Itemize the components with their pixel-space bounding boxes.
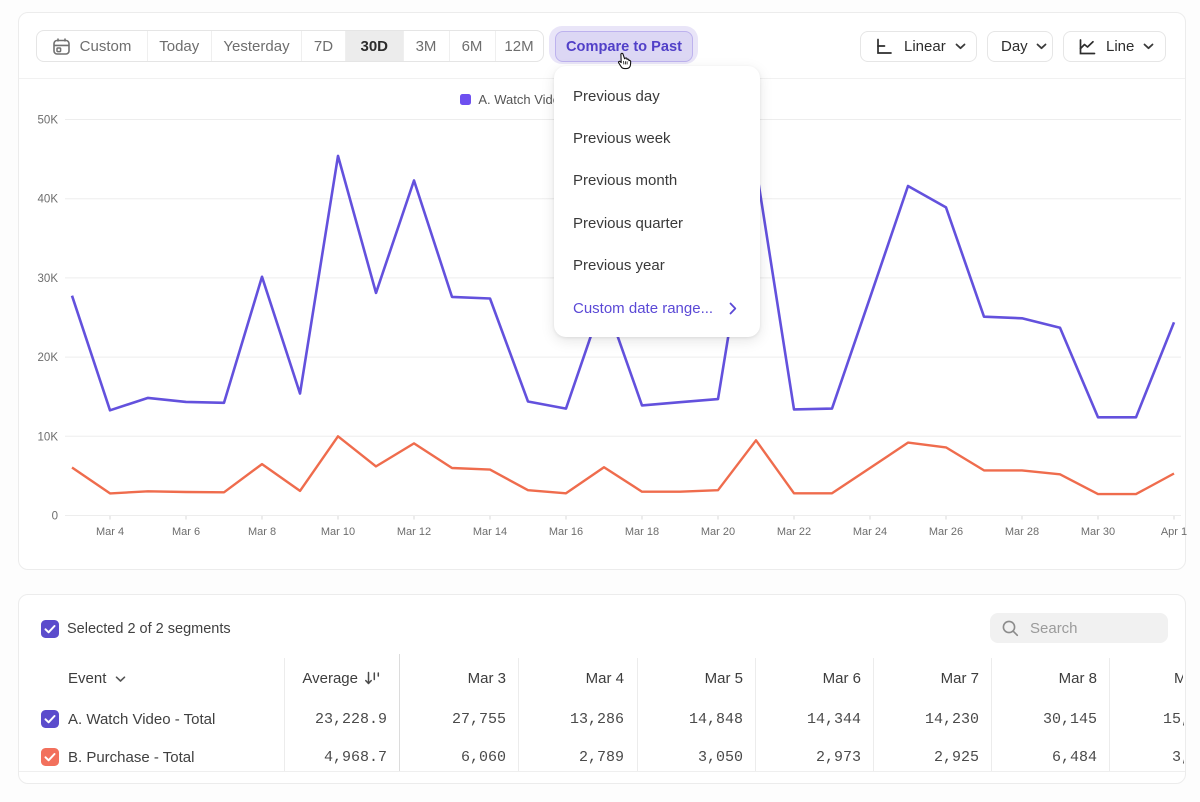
svg-text:Mar 16: Mar 16 bbox=[549, 526, 583, 538]
svg-text:Mar 24: Mar 24 bbox=[853, 526, 887, 538]
svg-text:Mar 12: Mar 12 bbox=[397, 526, 431, 538]
svg-text:Mar 10: Mar 10 bbox=[321, 526, 355, 538]
svg-text:Mar 22: Mar 22 bbox=[777, 526, 811, 538]
svg-text:Mar 28: Mar 28 bbox=[1005, 526, 1039, 538]
svg-text:Mar 30: Mar 30 bbox=[1081, 526, 1115, 538]
svg-text:50K: 50K bbox=[38, 115, 59, 127]
svg-text:Mar 4: Mar 4 bbox=[96, 526, 124, 538]
svg-text:Mar 26: Mar 26 bbox=[929, 526, 963, 538]
svg-text:Mar 8: Mar 8 bbox=[248, 526, 276, 538]
svg-text:Apr 1: Apr 1 bbox=[1161, 526, 1187, 538]
svg-text:Mar 20: Mar 20 bbox=[701, 526, 735, 538]
svg-text:10K: 10K bbox=[38, 431, 59, 443]
svg-text:Mar 14: Mar 14 bbox=[473, 526, 507, 538]
svg-text:Mar 6: Mar 6 bbox=[172, 526, 200, 538]
svg-text:20K: 20K bbox=[38, 352, 59, 364]
svg-text:0: 0 bbox=[52, 511, 58, 523]
svg-text:40K: 40K bbox=[38, 194, 59, 206]
svg-text:30K: 30K bbox=[38, 273, 59, 285]
svg-text:Mar 18: Mar 18 bbox=[625, 526, 659, 538]
